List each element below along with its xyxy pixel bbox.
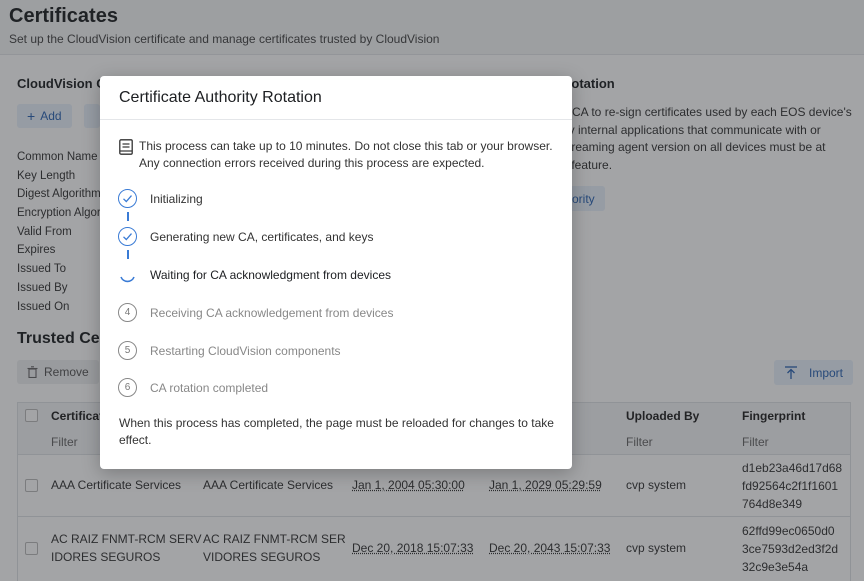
step-completed: 6 CA rotation completed bbox=[118, 378, 548, 398]
notebook-icon bbox=[119, 139, 133, 155]
step-label: Generating new CA, certificates, and key… bbox=[150, 230, 374, 244]
step-label: Receiving CA acknowledgement from device… bbox=[150, 306, 394, 320]
step-waiting: Waiting for CA acknowledgment from devic… bbox=[118, 265, 548, 285]
dialog-header: Certificate Authority Rotation bbox=[100, 76, 572, 120]
step-label: Waiting for CA acknowledgment from devic… bbox=[150, 268, 391, 282]
step-receiving: 4 Receiving CA acknowledgement from devi… bbox=[118, 303, 548, 323]
step-generating: Generating new CA, certificates, and key… bbox=[118, 227, 548, 247]
check-circle-icon bbox=[118, 227, 137, 246]
spinner-icon bbox=[120, 276, 135, 283]
notice-line: Any connection errors received during th… bbox=[139, 156, 485, 170]
step-label: Restarting CloudVision components bbox=[150, 344, 341, 358]
step-restarting: 5 Restarting CloudVision components bbox=[118, 341, 548, 361]
step-number: 4 bbox=[118, 303, 137, 322]
dialog-title: Certificate Authority Rotation bbox=[119, 89, 322, 106]
step-initializing: Initializing bbox=[118, 189, 548, 209]
step-label: Initializing bbox=[150, 192, 203, 206]
check-circle-icon bbox=[118, 189, 137, 208]
dialog-footer-text: When this process has completed, the pag… bbox=[119, 415, 559, 449]
step-number: 5 bbox=[118, 341, 137, 360]
ca-rotation-dialog: Certificate Authority Rotation This proc… bbox=[100, 76, 572, 469]
notice-text: This process can take up to 10 minutes. … bbox=[139, 138, 559, 172]
step-connector bbox=[127, 212, 129, 221]
footer-line: effect. bbox=[119, 433, 152, 447]
footer-line: When this process has completed, the pag… bbox=[119, 416, 554, 430]
step-number: 6 bbox=[118, 378, 137, 397]
step-connector bbox=[127, 250, 129, 259]
notice-line: This process can take up to 10 minutes. … bbox=[139, 139, 553, 153]
step-label: CA rotation completed bbox=[150, 381, 269, 395]
